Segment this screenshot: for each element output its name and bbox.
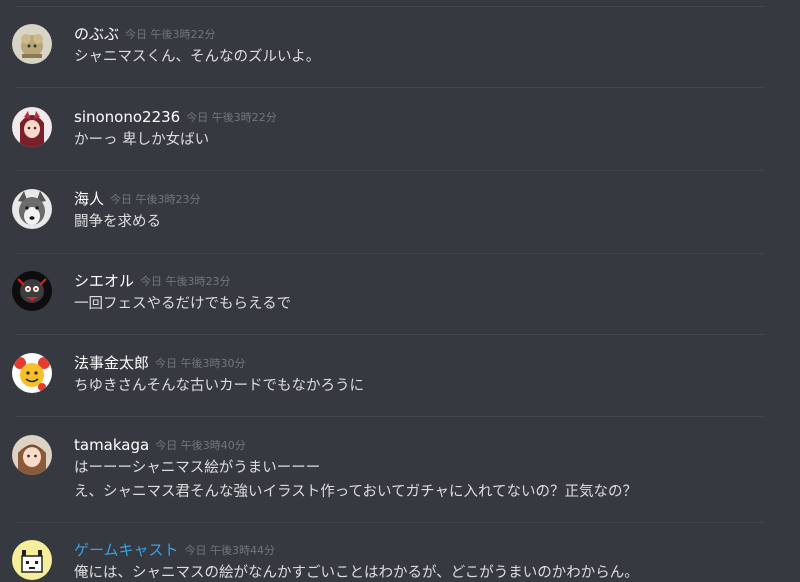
message-text: ちゆきさんそんな古いカードでもなかろうに	[74, 378, 364, 394]
author-name[interactable]: シエオル	[74, 272, 134, 290]
message-timestamp: 今日 午後3時23分	[140, 275, 231, 288]
message-divider	[16, 170, 765, 171]
message-divider	[16, 87, 765, 88]
anime-girl-avatar-icon[interactable]	[12, 107, 52, 147]
message-text: 一回フェスやるだけでもらえるで	[74, 296, 292, 312]
brown-hair-girl-avatar-icon[interactable]	[12, 435, 52, 475]
husky-avatar-icon[interactable]	[12, 189, 52, 229]
author-name[interactable]: ゲームキャスト	[74, 541, 179, 559]
message-text: え、シャニマス君そんな強いイラスト作っておいてガチャに入れてないの？正気なの？	[74, 484, 638, 500]
author-name[interactable]: tamakaga	[74, 436, 149, 454]
sheep-avatar-icon[interactable]	[12, 24, 52, 64]
message-divider	[16, 522, 765, 523]
message-author[interactable]: tamakaga 今日 午後3時40分	[74, 436, 246, 455]
message-timestamp: 今日 午後3時23分	[110, 193, 201, 206]
message-timestamp: 今日 午後3時22分	[186, 111, 277, 124]
message-divider	[16, 416, 765, 417]
message-text: かーっ 卑しか女ばい	[74, 132, 210, 148]
cartoon-face-avatar-icon[interactable]	[12, 353, 52, 393]
message-timestamp: 今日 午後3時44分	[184, 544, 276, 557]
message-author[interactable]: 海人 今日 午後3時23分	[74, 190, 201, 209]
message-timestamp: 今日 午後3時22分	[125, 28, 216, 41]
message-divider	[16, 6, 765, 7]
author-name[interactable]: のぶぶ	[74, 25, 119, 43]
message-author[interactable]: sinonono2236 今日 午後3時22分	[74, 108, 277, 127]
message-author[interactable]: 法事金太郎 今日 午後3時30分	[74, 354, 246, 373]
message-author[interactable]: シエオル 今日 午後3時23分	[74, 272, 231, 291]
chat-message-list: のぶぶ 今日 午後3時22分 シャニマスくん、そんなのズルいよ。 sinonono…	[0, 0, 800, 582]
message-text: 俺には、シャニマスの絵がなんかすごいことはわかるが、どこがうまいのかわからん。	[74, 565, 639, 581]
message-timestamp: 今日 午後3時40分	[155, 439, 246, 452]
message-divider	[16, 334, 765, 335]
message-text: はーーーシャニマス絵がうまいーーー	[74, 460, 321, 476]
author-name[interactable]: 海人	[74, 190, 104, 208]
message-author[interactable]: のぶぶ 今日 午後3時22分	[74, 25, 216, 44]
message-text: 闘争を求める	[74, 214, 161, 230]
author-name[interactable]: sinonono2236	[74, 108, 180, 126]
dark-character-avatar-icon[interactable]	[12, 271, 52, 311]
message-divider	[16, 253, 765, 254]
message-text: シャニマスくん、そんなのズルいよ。	[74, 49, 321, 65]
message-timestamp: 今日 午後3時30分	[155, 357, 246, 370]
pixel-cat-avatar-icon[interactable]	[12, 540, 52, 580]
author-name[interactable]: 法事金太郎	[74, 354, 149, 372]
message-author[interactable]: ゲームキャスト 今日 午後3時44分	[74, 541, 275, 560]
